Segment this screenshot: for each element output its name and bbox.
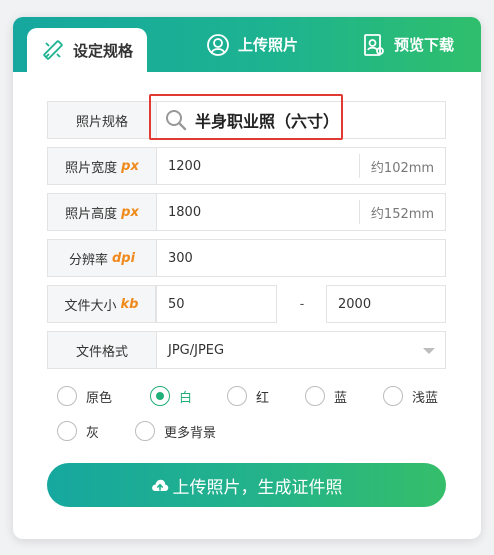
- tab-set-spec[interactable]: 设定规格: [27, 28, 147, 72]
- radio-circle[interactable]: [135, 421, 155, 441]
- filesize-row: 文件大小 kb 50 - 2000: [47, 285, 446, 323]
- bg-option-label: 蓝: [334, 390, 348, 406]
- radio-circle-checked[interactable]: [150, 386, 170, 406]
- bg-option-light-blue[interactable]: 浅蓝: [383, 386, 438, 406]
- spec-value: 半身职业照（六寸）: [195, 112, 340, 131]
- bg-option-more[interactable]: 更多背景: [135, 421, 216, 441]
- ruler-pencil-icon: [41, 38, 65, 62]
- width-input[interactable]: 1200: [157, 148, 359, 184]
- bg-option-label: 红: [256, 390, 270, 406]
- tab-label: 设定规格: [72, 41, 133, 60]
- radio-circle[interactable]: [305, 386, 325, 406]
- spec-row: 照片规格 半身职业照（六寸）: [47, 101, 446, 139]
- height-label-text: 照片高度: [65, 206, 118, 222]
- height-input[interactable]: 1800: [157, 194, 359, 230]
- id-photo-settings-card: 设定规格 上传照片 预览下载 照片规格 半身职业照（六寸） 照片宽度 px 12…: [13, 17, 481, 539]
- chevron-down-icon[interactable]: [423, 348, 435, 354]
- upload-generate-button[interactable]: 上传照片，生成证件照: [47, 463, 446, 507]
- bg-option-blue[interactable]: 蓝: [305, 386, 347, 406]
- resolution-label-text: 分辨率: [68, 252, 108, 268]
- tab-label: 预览下载: [393, 36, 454, 54]
- format-label: 文件格式: [48, 332, 157, 368]
- bg-option-white[interactable]: 白: [150, 386, 192, 406]
- tab-preview-download[interactable]: 预览下载: [349, 17, 467, 72]
- bg-option-label: 原色: [86, 390, 113, 406]
- bg-option-label: 更多背景: [164, 425, 217, 441]
- resolution-input[interactable]: 300: [157, 240, 445, 276]
- bg-option-red[interactable]: 红: [227, 386, 269, 406]
- width-mm: 约102mm: [359, 154, 445, 178]
- format-row: 文件格式 JPG/JPEG: [47, 331, 446, 369]
- filesize-label-text: 文件大小: [64, 298, 117, 314]
- spec-label: 照片规格: [48, 102, 157, 138]
- width-label: 照片宽度 px: [48, 148, 157, 184]
- height-row: 照片高度 px 1800 约152mm: [47, 193, 446, 231]
- filesize-separator: -: [299, 296, 305, 312]
- preview-download-icon: [362, 33, 386, 57]
- tab-label: 上传照片: [237, 36, 298, 54]
- height-mm: 约152mm: [359, 200, 445, 224]
- spec-search-field[interactable]: 半身职业照（六寸）: [157, 102, 445, 138]
- bg-option-label: 白: [179, 390, 193, 406]
- radio-circle[interactable]: [383, 386, 403, 406]
- tab-upload-photo[interactable]: 上传照片: [196, 17, 308, 72]
- resolution-label: 分辨率 dpi: [48, 240, 157, 276]
- bg-option-label: 浅蓝: [412, 390, 439, 406]
- height-unit: px: [121, 204, 139, 220]
- radio-circle[interactable]: [227, 386, 247, 406]
- upload-button-label: 上传照片，生成证件照: [172, 477, 343, 498]
- format-select[interactable]: JPG/JPEG: [157, 332, 445, 368]
- user-upload-icon: [206, 33, 230, 57]
- resolution-row: 分辨率 dpi 300: [47, 239, 446, 277]
- width-unit: px: [121, 158, 139, 174]
- filesize-unit: kb: [120, 296, 139, 312]
- filesize-min-input[interactable]: 50: [156, 285, 277, 323]
- bg-option-label: 灰: [86, 425, 100, 441]
- search-icon: [165, 109, 187, 131]
- cloud-upload-icon: [151, 478, 169, 492]
- bg-option-original[interactable]: 原色: [57, 386, 112, 406]
- radio-circle[interactable]: [57, 386, 77, 406]
- bg-option-gray[interactable]: 灰: [57, 421, 99, 441]
- width-label-text: 照片宽度: [65, 160, 118, 176]
- height-label: 照片高度 px: [48, 194, 157, 230]
- radio-circle[interactable]: [57, 421, 77, 441]
- resolution-unit: dpi: [111, 250, 136, 266]
- width-row: 照片宽度 px 1200 约102mm: [47, 147, 446, 185]
- filesize-max-input[interactable]: 2000: [326, 285, 446, 323]
- step-tabbar: 设定规格 上传照片 预览下载: [13, 17, 481, 72]
- filesize-label: 文件大小 kb: [47, 285, 156, 323]
